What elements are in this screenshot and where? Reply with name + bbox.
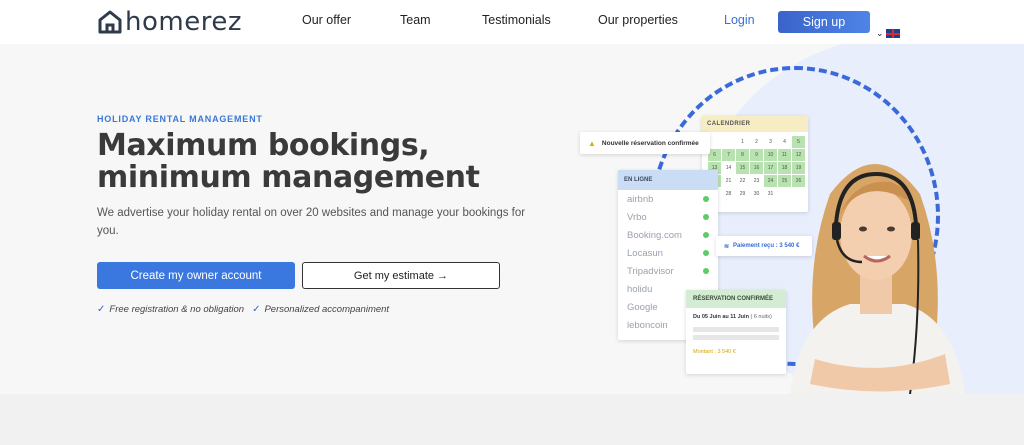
site-locasun: Locasun xyxy=(627,247,663,259)
status-dot-icon xyxy=(703,232,709,238)
reservation-nights: ( 6 nuits) xyxy=(750,314,772,320)
calendar-day: 16 xyxy=(750,162,763,174)
calendar-day: 28 xyxy=(725,191,732,197)
site-google: Google xyxy=(627,301,658,313)
perk-item: ✓ Personalized accompaniment xyxy=(252,304,389,315)
calendar-day: 7 xyxy=(722,149,735,161)
hero-section: HOLIDAY RENTAL MANAGEMENT Maximum bookin… xyxy=(0,44,1024,394)
status-dot-icon xyxy=(703,250,709,256)
site-row: Tripadvisor xyxy=(618,262,718,280)
site-tripadvisor: Tripadvisor xyxy=(627,265,674,277)
site-row: Locasun xyxy=(618,244,718,262)
calendar-day: 2 xyxy=(755,139,758,145)
nav-our-properties[interactable]: Our properties xyxy=(598,13,678,27)
site-holidu: holidu xyxy=(627,283,653,295)
site-booking: Booking.com xyxy=(627,229,682,241)
en-flag-icon xyxy=(885,29,900,38)
house-logo-icon xyxy=(98,10,122,34)
calendar-day: 23 xyxy=(753,178,760,184)
online-title: EN LIGNE xyxy=(618,170,718,190)
calendar-day: 29 xyxy=(739,191,746,197)
nav-team[interactable]: Team xyxy=(400,13,431,27)
top-navbar: homerez Our offer Team Testimonials Our … xyxy=(0,0,1024,44)
calendar-day: 22 xyxy=(739,178,746,184)
perk-label: Personalized accompaniment xyxy=(264,304,390,315)
hero-subtitle: We advertise your holiday rental on over… xyxy=(97,207,526,237)
wifi-icon: ≋ xyxy=(724,243,730,250)
site-vrbo: Vrbo xyxy=(627,211,647,223)
perk-label: Free registration & no obligation xyxy=(109,304,245,315)
placeholder-bar xyxy=(693,327,779,332)
site-row: airbnb xyxy=(618,190,718,208)
next-section xyxy=(0,394,1024,445)
language-selector[interactable]: ⌄ xyxy=(876,28,900,39)
support-agent-photo xyxy=(770,144,980,394)
check-icon: ✓ xyxy=(252,304,261,315)
notification-text: Nouvelle réservation confirmée xyxy=(601,139,699,147)
signup-button[interactable]: Sign up xyxy=(778,11,870,33)
nav-testimonials[interactable]: Testimonials xyxy=(482,13,551,27)
hero-eyebrow: HOLIDAY RENTAL MANAGEMENT xyxy=(97,114,263,124)
status-dot-icon xyxy=(703,196,709,202)
calendar-day: 15 xyxy=(736,162,749,174)
calendar-day xyxy=(722,136,735,148)
calendar-day: 30 xyxy=(753,191,760,197)
chevron-down-icon: ⌄ xyxy=(876,28,884,38)
bell-icon: ▲ xyxy=(588,138,596,148)
notification-card: ▲ Nouvelle réservation confirmée xyxy=(580,132,710,154)
check-icon: ✓ xyxy=(97,304,106,315)
get-estimate-button[interactable]: Get my estimate → xyxy=(302,262,500,289)
reservation-date-range: Du 05 Juin au 11 Juin xyxy=(693,314,749,320)
calendar-title: CALENDRIER xyxy=(702,116,808,132)
headline-line-1: Maximum bookings, xyxy=(97,128,430,163)
create-owner-account-button[interactable]: Create my owner account xyxy=(97,262,295,289)
perks-list: ✓ Free registration & no obligation ✓ Pe… xyxy=(97,304,389,315)
calendar-day: 8 xyxy=(736,149,749,161)
site-row: Vrbo xyxy=(618,208,718,226)
site-leboncoin: leboncoin xyxy=(627,319,668,331)
perk-item: ✓ Free registration & no obligation xyxy=(97,304,244,315)
login-link[interactable]: Login xyxy=(724,13,755,27)
site-row: Booking.com xyxy=(618,226,718,244)
status-dot-icon xyxy=(703,268,709,274)
nav-our-offer[interactable]: Our offer xyxy=(302,13,351,27)
logo[interactable]: homerez xyxy=(97,8,242,36)
headline-line-2: minimum management xyxy=(97,160,480,195)
calendar-day: 9 xyxy=(750,149,763,161)
status-dot-icon xyxy=(703,214,709,220)
logo-text: homerez xyxy=(125,7,242,37)
agent-illustration-icon xyxy=(790,164,965,394)
calendar-day: 1 xyxy=(741,139,744,145)
hero-headline: Maximum bookings, minimum management xyxy=(97,130,517,194)
calendar-day: 14 xyxy=(725,165,732,171)
placeholder-bar xyxy=(693,335,779,340)
site-airbnb: airbnb xyxy=(627,193,654,205)
calendar-day: 21 xyxy=(725,178,732,184)
